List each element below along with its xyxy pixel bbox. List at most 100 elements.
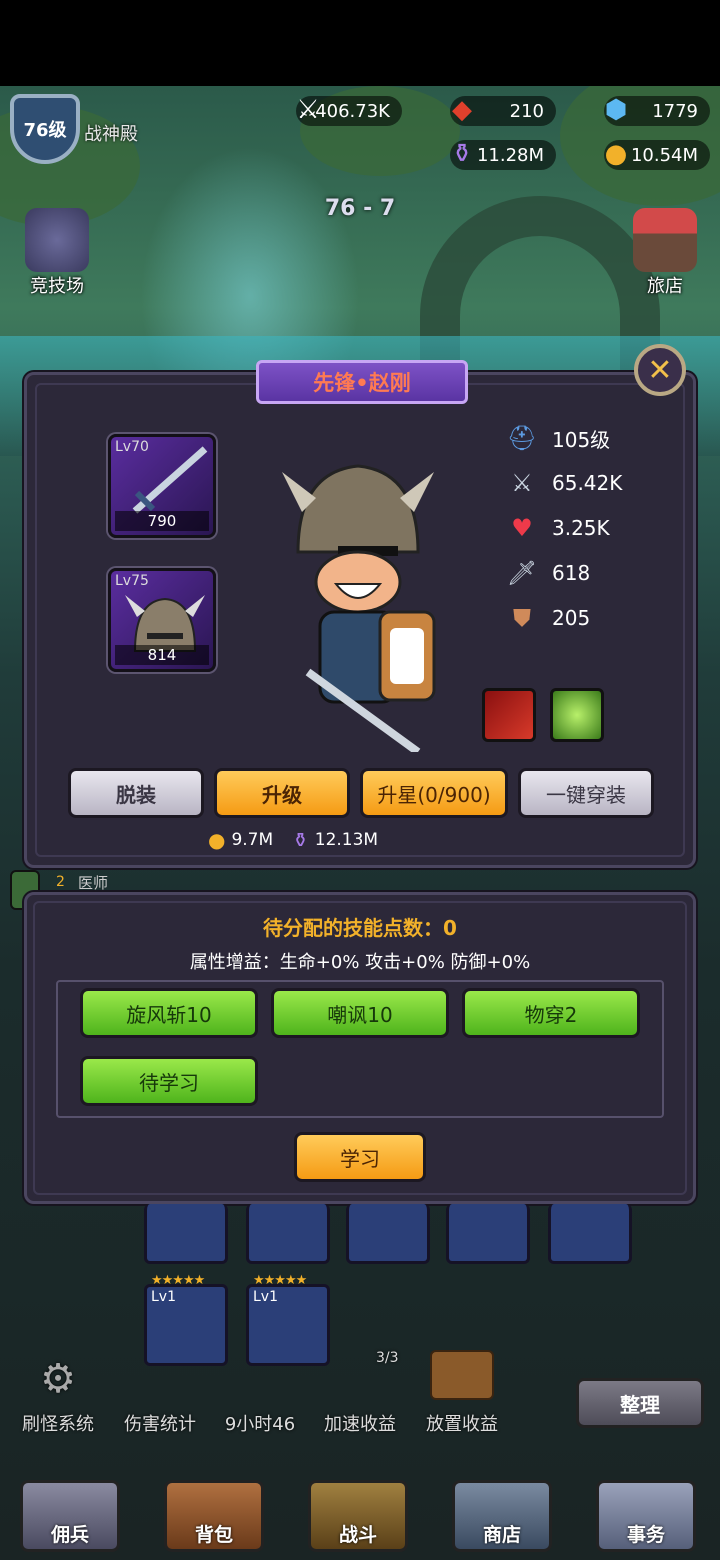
winged-helmet-icon: ⛑ (506, 424, 538, 452)
crossed-swords-icon: ⚔ (511, 469, 533, 497)
upgrade-button[interactable]: 升级 (214, 768, 350, 818)
stat-health: ♥ 3.25K (500, 510, 610, 546)
star-up-button[interactable]: 升星(0/900) (360, 768, 508, 818)
inn-button[interactable]: 旅店 (624, 208, 706, 298)
skill-pierce-button[interactable]: 物穿2 (462, 988, 640, 1038)
shield-icon: ⛊ (513, 604, 531, 632)
arena-label: 竞技场 (30, 276, 84, 297)
gold-value: 10.54M (630, 144, 698, 166)
stat-power-value: 65.42K (552, 471, 623, 495)
nav-battle-label: 战斗 (338, 1524, 377, 1546)
chest-icon (430, 1350, 494, 1400)
nav-affairs-label: 事务 (626, 1524, 665, 1546)
timer-label: 9小时46 (224, 1414, 296, 1435)
stat-defense-value: 205 (552, 606, 591, 630)
hero-character-image (282, 464, 436, 752)
skill-taunt-button[interactable]: 嘲讽10 (271, 988, 449, 1038)
weapon-value: 790 (115, 511, 209, 531)
stat-power: ⚔ 65.42K (500, 465, 622, 501)
slash-skill-icon[interactable] (482, 688, 536, 742)
hero-card-level: Lv1 (253, 1289, 278, 1305)
hall-label[interactable]: 战神殿 (84, 120, 138, 146)
doctor-label: 医师 (78, 874, 109, 892)
skill-whirlwind-button[interactable]: 旋风斩10 (80, 988, 258, 1038)
nav-shop[interactable]: 商店 (452, 1480, 552, 1552)
crossed-swords-icon: ⚔ (296, 95, 320, 125)
hero-card[interactable] (548, 1204, 632, 1264)
inn-icon (633, 208, 697, 272)
monster-system-label: 刷怪系统 (22, 1414, 94, 1435)
weapon-slot[interactable]: Lv70 790 (108, 434, 216, 538)
ruby-value: 210 (509, 100, 544, 122)
nav-affairs[interactable]: 事务 (596, 1480, 696, 1552)
nav-bag-label: 背包 (194, 1524, 233, 1546)
blue-crystal-icon: ⬢ (604, 95, 628, 125)
nature-skill-icon[interactable] (550, 688, 604, 742)
sword-icon: 🗡 (506, 559, 538, 587)
potion-icon: ⚱ (451, 139, 473, 169)
close-button[interactable]: ✕ (634, 344, 686, 396)
star-rating: ★★★★★ (253, 1273, 307, 1288)
potion-display: ⚱ 11.28M (450, 139, 556, 170)
sort-button[interactable]: 整理 (576, 1378, 704, 1428)
player-level-text: 76级 (23, 120, 67, 141)
nav-mercenary-label: 佣兵 (50, 1524, 89, 1546)
stat-defense: ⛊ 205 (500, 600, 590, 636)
damage-stats-label: 伤害统计 (124, 1414, 196, 1435)
hero-card[interactable]: ★★★★★ Lv1 (246, 1273, 330, 1366)
gold-coin-icon: ● (604, 139, 628, 169)
idle-income-button[interactable]: 放置收益 (420, 1350, 504, 1436)
heart-icon: ♥ (511, 514, 533, 542)
nav-bag[interactable]: 背包 (164, 1480, 264, 1552)
gold-cost-value: 9.7M (231, 830, 274, 850)
nav-battle[interactable]: 战斗 (308, 1480, 408, 1552)
damage-stats-button[interactable]: 伤害统计 (118, 1410, 202, 1436)
hero-card[interactable] (446, 1204, 530, 1264)
skill-unlearned-button[interactable]: 待学习 (80, 1056, 258, 1106)
hero-card[interactable] (246, 1204, 330, 1264)
potion-icon: ⚱ (292, 828, 309, 852)
ruby-display: ◆ 210 (450, 95, 556, 126)
helmet-slot[interactable]: Lv75 814 (108, 568, 216, 672)
crystal-value: 1779 (652, 100, 698, 122)
gold-display: ● 10.54M (604, 139, 710, 170)
speedup-count: 3/3 (376, 1350, 399, 1366)
unequip-button[interactable]: 脱装 (68, 768, 204, 818)
hero-card[interactable] (346, 1204, 430, 1264)
hero-card[interactable]: ★★★★★ Lv1 (144, 1273, 228, 1366)
red-gem-icon: ◆ (452, 95, 472, 125)
gear-icon: ⚙ (40, 1356, 76, 1402)
hero-card-level: Lv1 (151, 1289, 176, 1305)
skill-points-label: 待分配的技能点数：0 (263, 916, 457, 940)
arena-button[interactable]: 竞技场 (16, 208, 98, 298)
nav-mercenary[interactable]: 佣兵 (20, 1480, 120, 1552)
speedup-label: 加速收益 (324, 1414, 396, 1435)
monster-system-button[interactable]: ⚙ 刷怪系统 (16, 1356, 100, 1436)
gold-cost: ● 9.7M (208, 828, 273, 852)
helmet-value: 814 (115, 645, 209, 665)
doctor-count: 2 (56, 874, 65, 890)
hero-card[interactable] (144, 1204, 228, 1264)
power-display: ⚔ 406.73K (296, 95, 402, 126)
nav-shop-label: 商店 (482, 1524, 521, 1546)
potion-cost: ⚱ 12.13M (292, 828, 378, 852)
star-rating: ★★★★★ (151, 1273, 205, 1288)
attribute-bonus-label: 属性增益：生命+0% 攻击+0% 防御+0% (189, 952, 531, 973)
equip-all-button[interactable]: 一键穿装 (518, 768, 654, 818)
stat-level: ⛑ 105级 (500, 420, 610, 456)
idle-income-label: 放置收益 (426, 1414, 498, 1435)
potion-value: 11.28M (476, 144, 544, 166)
player-level-badge[interactable]: 76级 (10, 94, 80, 164)
stat-attack: 🗡 618 (500, 555, 590, 591)
stage-label: 76 - 7 (324, 196, 396, 221)
learn-button[interactable]: 学习 (294, 1132, 426, 1182)
arena-icon (25, 208, 89, 272)
close-icon: ✕ (647, 352, 673, 388)
speedup-button[interactable]: 3/3 加速收益 (318, 1350, 402, 1436)
hero-title: 先锋•赵刚 (256, 360, 468, 404)
gold-coin-icon: ● (208, 828, 226, 852)
stat-level-value: 105级 (552, 427, 611, 452)
timer-display: 9小时46 (218, 1410, 302, 1436)
stat-health-value: 3.25K (552, 516, 610, 540)
stat-attack-value: 618 (552, 561, 591, 585)
